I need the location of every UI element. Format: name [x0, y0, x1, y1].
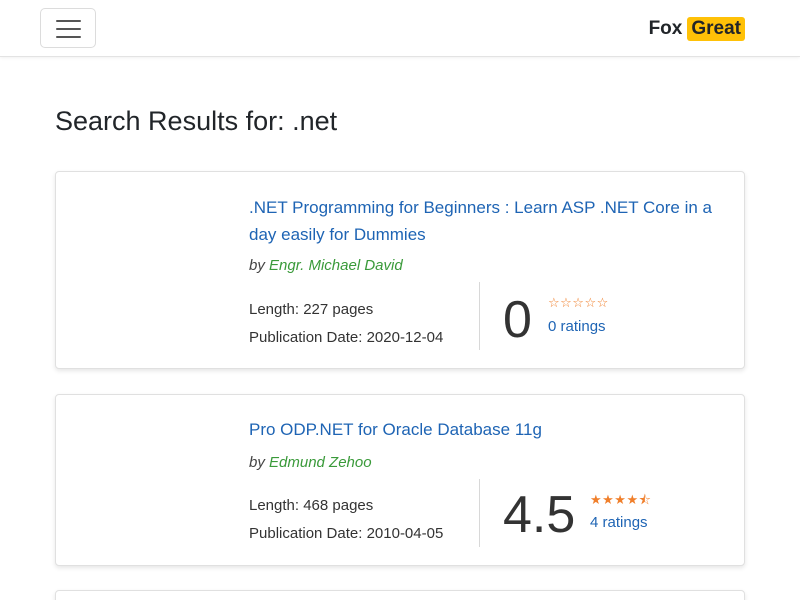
star-rating-icon: ☆☆☆☆☆ — [548, 295, 609, 310]
ratings-count-link[interactable]: 4 ratings — [590, 514, 648, 531]
divider — [479, 479, 480, 547]
publication-date: Publication Date: 2010-04-05 — [249, 525, 444, 542]
hamburger-icon — [56, 20, 81, 22]
book-cover-image[interactable] — [56, 172, 226, 368]
divider — [479, 282, 480, 350]
book-length: Length: 468 pages — [249, 497, 374, 514]
brand-text-great: Great — [687, 16, 745, 41]
publication-date: Publication Date: 2020-12-04 — [249, 329, 444, 346]
by-label: by — [249, 454, 265, 471]
author-link[interactable]: Edmund Zehoo — [269, 454, 372, 471]
author-link[interactable]: Engr. Michael David — [269, 257, 403, 274]
book-length: Length: 227 pages — [249, 301, 374, 318]
brand-logo[interactable]: Fox Great — [649, 16, 745, 41]
page-title: Search Results for: .net — [55, 106, 338, 136]
ratings-count-link[interactable]: 0 ratings — [548, 318, 606, 335]
book-cover-image[interactable] — [56, 395, 226, 565]
menu-toggle-button[interactable] — [40, 8, 96, 48]
result-card — [55, 590, 745, 600]
hamburger-icon-bar — [56, 36, 81, 38]
brand-text-fox: Fox — [648, 17, 683, 39]
navbar: Fox Great — [0, 0, 800, 57]
result-card: .NET Programming for Beginners : Learn A… — [55, 171, 745, 369]
by-label: by — [249, 257, 265, 274]
star-rating-icon: ★★★★⯪ — [590, 492, 652, 507]
average-rating: 0 — [503, 291, 532, 349]
result-card: Pro ODP.NET for Oracle Database 11g by E… — [55, 394, 745, 566]
average-rating: 4.5 — [503, 486, 576, 544]
hamburger-icon-bar — [56, 28, 81, 30]
book-title-link[interactable]: Pro ODP.NET for Oracle Database 11g — [249, 416, 734, 443]
book-title-link[interactable]: .NET Programming for Beginners : Learn A… — [249, 194, 734, 248]
byline: by Engr. Michael David — [249, 257, 403, 274]
byline: by Edmund Zehoo — [249, 454, 372, 471]
